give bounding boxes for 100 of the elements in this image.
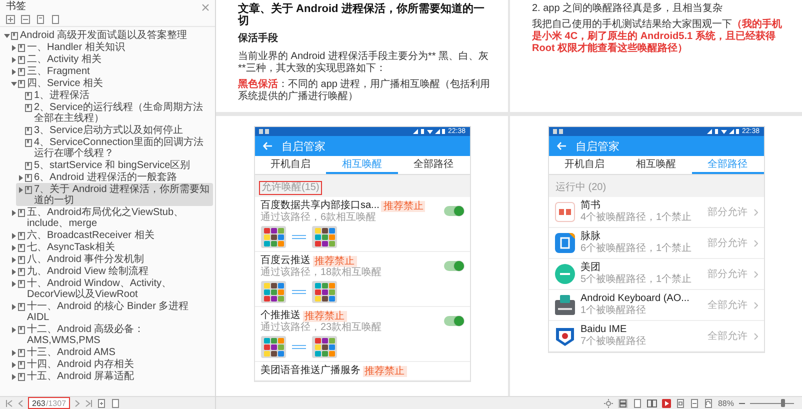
tree-arrow-icon[interactable]	[11, 304, 17, 310]
permission-status: 部分允许	[708, 206, 748, 219]
bookmark-item[interactable]: 一、Handler 相关知识	[9, 41, 213, 53]
app-row[interactable]: 美团 5个被唤醒路径，1个禁止 部分允许	[548, 259, 764, 290]
zoom-out-icon[interactable]	[739, 402, 745, 404]
tree-arrow-icon[interactable]	[4, 32, 10, 38]
back-arrow-icon[interactable]	[262, 142, 272, 150]
bookmark-item[interactable]: 九、Android View 绘制流程	[9, 265, 213, 277]
bookmark-item[interactable]: 三、Fragment	[9, 65, 213, 77]
bookmark-icon	[18, 244, 25, 252]
tree-arrow-icon[interactable]	[11, 326, 17, 332]
tree-arrow-icon[interactable]	[11, 268, 17, 274]
bookmark-item[interactable]: 1、进程保活	[16, 89, 213, 101]
bookmark-item[interactable]: 七、AsyncTask相关	[9, 241, 213, 253]
play-icon[interactable]	[662, 398, 671, 408]
sun-icon[interactable]	[604, 398, 613, 408]
bookmark-icon	[11, 32, 18, 40]
fit-width-icon[interactable]	[690, 398, 699, 408]
tree-arrow-icon[interactable]	[11, 362, 17, 368]
bookmark-icon	[18, 44, 25, 52]
tree-arrow-icon[interactable]	[11, 280, 17, 286]
previous-page-icon[interactable]	[18, 400, 23, 406]
tree-arrow-icon[interactable]	[11, 44, 17, 50]
bookmark-item[interactable]: Android 高级开发面试题以及答案整理	[2, 29, 213, 41]
slider-thumb[interactable]	[781, 399, 785, 407]
tab[interactable]: 全部路径	[398, 156, 470, 174]
book-view-icon[interactable]	[646, 398, 657, 408]
page-icon[interactable]	[51, 15, 60, 24]
bookmark-item[interactable]: 五、Android布局优化之ViewStub、include、merge	[9, 206, 213, 229]
single-page-view-icon[interactable]	[632, 398, 642, 408]
tab[interactable]: 开机自启	[254, 156, 326, 174]
section-label: 运行中 (20)	[554, 181, 608, 195]
app-icon	[554, 326, 574, 346]
tree-arrow-icon[interactable]	[11, 210, 17, 216]
app-title: 自启管家	[282, 140, 326, 154]
bookmark-item[interactable]: 4、ServiceConnection里面的回调方法运行在哪个线程？	[16, 136, 213, 159]
fit-page-icon[interactable]	[676, 398, 685, 408]
bookmark-item[interactable]: 二、Activity 相关	[9, 53, 213, 65]
first-page-icon[interactable]	[6, 400, 13, 406]
tree-arrow-icon[interactable]	[11, 256, 17, 262]
article-title: 文章、关于 Android 进程保活，你所需要知道的一切	[238, 3, 486, 27]
zoom-level: 88%	[718, 398, 734, 408]
bookmark-item[interactable]: 十二、Android 高级必备：AMS,WMS,PMS	[9, 323, 213, 346]
two-page-view-icon[interactable]	[618, 398, 628, 408]
app-title: 自启管家	[576, 140, 620, 154]
bookmark-item[interactable]: 六、BroadcastReceiver 相关	[9, 229, 213, 241]
recommend-tag: 推荐禁止	[381, 200, 426, 212]
bookmark-item[interactable]: 7、关于 Android 进程保活，你所需要知道的一切	[16, 183, 213, 206]
app-row[interactable]: Baidu IME 7个被唤醒路径 全部允许	[548, 321, 764, 352]
tree-arrow-icon[interactable]	[11, 232, 17, 238]
tree-arrow-icon[interactable]	[11, 68, 17, 74]
bookmark-icon	[18, 372, 25, 380]
bookmark-item[interactable]: 十三、Android AMS	[9, 346, 213, 358]
tree-arrow-icon[interactable]	[18, 186, 24, 192]
app-detail: 6个被唤醒路径，1个禁止	[580, 243, 693, 255]
bookmark-item[interactable]: 十一、Android 的核心 Binder 多进程 AIDL	[9, 300, 213, 323]
expand-all-icon[interactable]	[6, 15, 15, 24]
tree-arrow-icon[interactable]	[11, 350, 17, 356]
tree-arrow-icon[interactable]	[11, 80, 17, 86]
next-page-icon[interactable]	[75, 400, 80, 406]
add-page-icon[interactable]	[97, 398, 106, 408]
paragraph: 2. app 之间的唤醒路径真是多，且相当复杂	[532, 3, 724, 15]
app-icons-drawing	[312, 226, 336, 248]
tab[interactable]: 相互唤醒	[620, 156, 692, 174]
path-name: 百度数据共享内部接口sa...	[260, 200, 380, 212]
paragraph: 黑色保活：不同的 app 进程，用广播相互唤醒（包括利用系统提供的广播进行唤醒）	[238, 79, 492, 103]
toggle-switch[interactable]	[444, 206, 464, 216]
zoom-slider[interactable]	[750, 399, 794, 407]
back-arrow-icon[interactable]	[556, 142, 566, 150]
tree-arrow-icon[interactable]	[11, 374, 17, 380]
rotate-icon[interactable]	[704, 398, 713, 408]
app-row[interactable]: Android Keyboard (AO... 1个被唤醒路径 全部允许	[548, 290, 764, 321]
bookmark-icon	[25, 126, 32, 134]
section-label: 允许唤醒(15)	[258, 181, 322, 195]
app-row[interactable]: 简书 4个被唤醒路径，1个禁止 部分允许	[548, 197, 764, 228]
tree-arrow-icon[interactable]	[11, 244, 17, 250]
status-icons-drawing	[552, 129, 562, 134]
bookmark-item[interactable]: 6、Android 进程保活的一般套路	[16, 171, 213, 183]
bookmark-item[interactable]: 2、Service的运行线程（生命周期方法全部在主线程）	[16, 101, 213, 124]
tab[interactable]: 开机自启	[548, 156, 620, 174]
bookmark-item[interactable]: 八、Android 事件分发机制	[9, 253, 213, 265]
last-page-icon[interactable]	[85, 400, 92, 406]
bookmark-item[interactable]: 5、startService 和 bingService区别	[16, 159, 213, 171]
signal-icons-drawing	[706, 129, 739, 134]
close-icon[interactable]	[202, 4, 209, 10]
toggle-switch[interactable]	[444, 261, 464, 271]
bookmark-item[interactable]: 十、Android Window、Activity、DecorView以及ViewRoot	[9, 277, 213, 300]
tree-arrow-icon[interactable]	[11, 56, 17, 62]
bookmark-item[interactable]: 十五、Android 屏幕适配	[9, 370, 213, 382]
bookmark-item[interactable]: 3、Service启动方式以及如何停止	[16, 124, 213, 136]
collapse-all-icon[interactable]	[21, 15, 30, 24]
bookmark-item[interactable]: 十四、Android 内存相关	[9, 358, 213, 370]
toggle-switch[interactable]	[444, 316, 464, 326]
bookmark-item[interactable]: 四、Service 相关	[9, 77, 213, 89]
tree-arrow-icon[interactable]	[18, 174, 24, 180]
page-number-field[interactable]: 263	[32, 398, 46, 408]
app-row[interactable]: 脉脉 6个被唤醒路径，1个禁止 部分允许	[548, 228, 764, 259]
page-icon[interactable]	[111, 398, 120, 408]
bookmark-icon	[18, 208, 25, 216]
section-heading: 保活手段	[238, 33, 279, 45]
